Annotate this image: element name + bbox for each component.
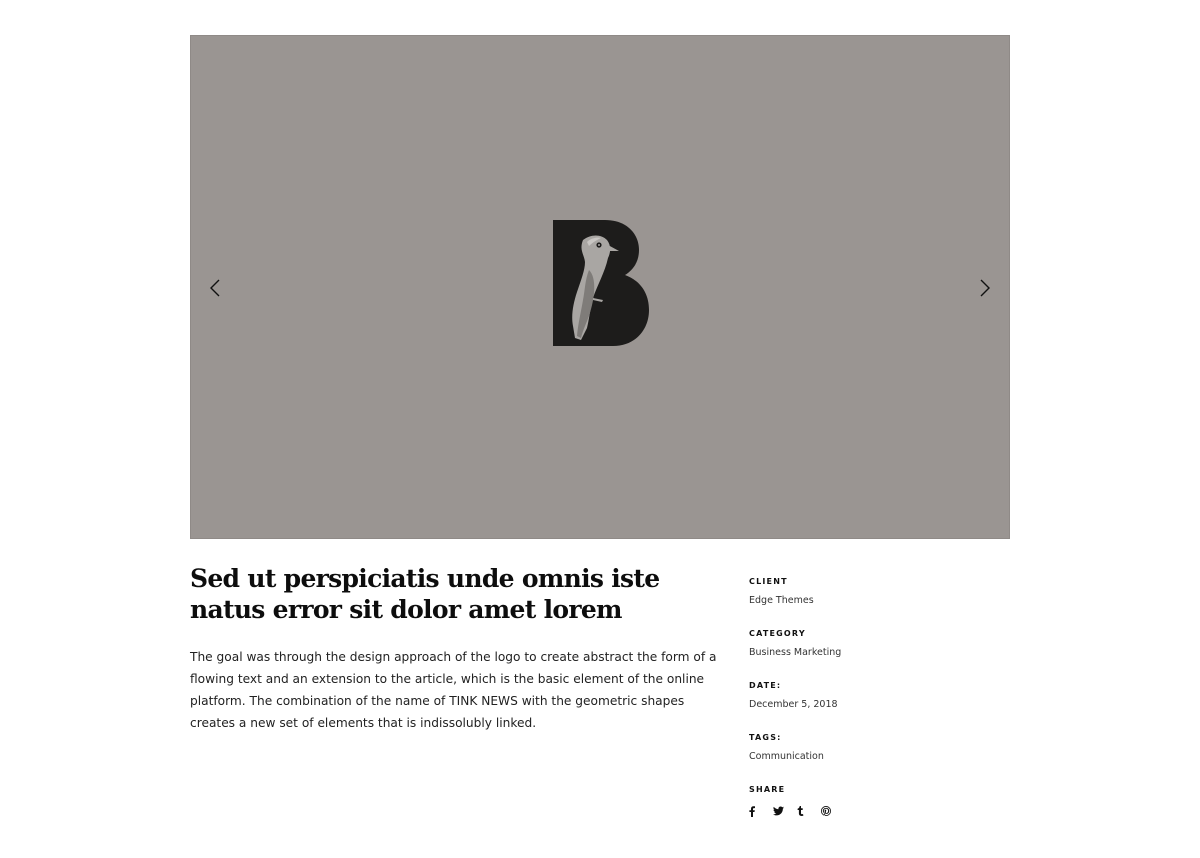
facebook-icon[interactable]	[749, 804, 773, 818]
category-info: CATEGORY Business Marketing	[749, 628, 969, 680]
category-value[interactable]: Business Marketing	[749, 646, 969, 659]
category-label: CATEGORY	[749, 629, 806, 638]
pinterest-icon[interactable]	[821, 804, 845, 818]
image-slider	[190, 35, 1010, 539]
date-value: December 5, 2018	[749, 699, 838, 710]
tags-info: TAGS: Communication	[749, 732, 969, 784]
client-value: Edge Themes	[749, 595, 814, 606]
share-label: SHARE	[749, 785, 786, 794]
client-info: CLIENT Edge Themes	[749, 576, 969, 628]
tags-label: TAGS:	[749, 733, 782, 742]
tumblr-icon[interactable]	[797, 804, 821, 818]
share-info: SHARE	[749, 784, 969, 836]
tag-link[interactable]: Communication	[749, 750, 969, 763]
date-label: DATE:	[749, 681, 782, 690]
project-description: The goal was through the design approach…	[190, 650, 717, 730]
date-info: DATE: December 5, 2018	[749, 680, 969, 732]
share-icons	[749, 804, 969, 818]
project-info: CLIENT Edge Themes CATEGORY Business Mar…	[749, 576, 969, 836]
client-label: CLIENT	[749, 577, 788, 586]
chevron-right-icon[interactable]	[972, 276, 996, 300]
bird-letter-b-logo	[553, 220, 649, 346]
twitter-icon[interactable]	[773, 804, 797, 818]
project-title: Sed ut perspiciatis unde omnis iste natu…	[190, 564, 660, 624]
chevron-left-icon[interactable]	[204, 276, 228, 300]
